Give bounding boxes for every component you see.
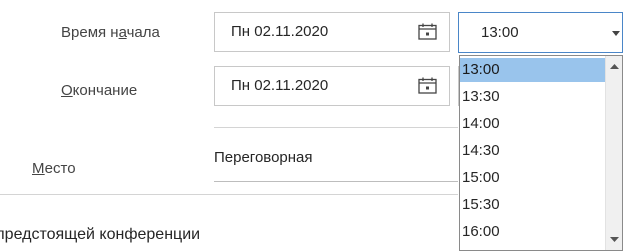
start-date-field[interactable]: Пн 02.11.2020 <box>214 12 450 52</box>
time-option[interactable]: 14:00 <box>460 112 605 136</box>
calendar-icon[interactable] <box>418 23 437 40</box>
time-option[interactable]: 15:00 <box>460 166 605 190</box>
divider <box>0 194 458 195</box>
time-option[interactable]: 16:00 <box>460 220 605 244</box>
calendar-icon[interactable] <box>418 77 437 94</box>
time-dropdown-list[interactable]: 13:00 13:30 14:00 14:30 15:00 15:30 16:0… <box>459 55 623 251</box>
start-time-value: 13:00 <box>481 24 519 41</box>
list-scrollbar[interactable] <box>605 56 623 250</box>
start-time-label: Время начала <box>61 24 160 41</box>
end-time-label: Окончание <box>61 82 138 99</box>
subject-text: предстоящей конференции <box>0 226 201 243</box>
scroll-up-arrow-icon[interactable] <box>606 58 623 75</box>
start-date-value: Пн 02.11.2020 <box>231 23 329 40</box>
time-option[interactable]: 14:30 <box>460 139 605 163</box>
time-option[interactable]: 13:30 <box>460 85 605 109</box>
scroll-down-arrow-icon[interactable] <box>606 231 623 248</box>
location-input[interactable]: Переговорная <box>214 149 313 166</box>
location-underline <box>214 181 458 182</box>
start-time-combobox[interactable]: 13:00 <box>458 12 623 53</box>
time-option[interactable]: 13:00 <box>460 58 605 82</box>
time-option[interactable]: 15:30 <box>460 193 605 217</box>
location-label: Место <box>32 160 76 177</box>
chevron-down-icon[interactable] <box>610 25 622 41</box>
divider <box>214 127 458 128</box>
end-date-value: Пн 02.11.2020 <box>231 77 329 94</box>
end-date-field[interactable]: Пн 02.11.2020 <box>214 66 450 106</box>
